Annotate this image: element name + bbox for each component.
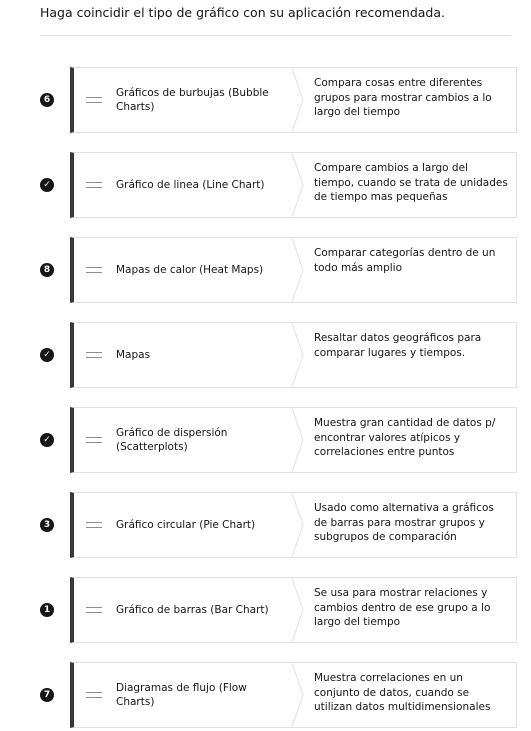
match-row: ✓ Mapas Resaltar datos geográficos para … [40, 322, 517, 388]
check-badge-icon: ✓ [40, 433, 54, 447]
description-text: Comparar categorías dentro de un todo má… [314, 247, 496, 274]
drag-handle-icon[interactable] [86, 352, 102, 358]
question-prompt: Haga coincidir el tipo de gráfico con su… [40, 5, 445, 20]
position-badge: 6 [40, 93, 54, 107]
chart-type-label: Mapas [116, 349, 151, 361]
drag-handle-icon[interactable] [86, 267, 102, 273]
match-row: 3 Gráfico circular (Pie Chart) Usado com… [40, 492, 517, 558]
draggable-card[interactable]: Gráfico circular (Pie Chart) Usado como … [70, 492, 517, 558]
position-badge: 3 [40, 518, 54, 532]
drag-handle-icon[interactable] [86, 97, 102, 103]
position-badge: 1 [40, 603, 54, 617]
description-text: Compare cambios a largo del tiempo, cuan… [314, 162, 508, 203]
draggable-card[interactable]: Gráficos de burbujas (Bubble Charts) Com… [70, 67, 517, 133]
chevron-divider-icon [292, 408, 304, 472]
description-text: Resaltar datos geográficos para comparar… [314, 332, 482, 359]
check-badge-icon: ✓ [40, 348, 54, 362]
chevron-divider-icon [292, 493, 304, 557]
chart-type-label: Mapas de calor (Heat Maps) [116, 264, 264, 276]
match-row: 1 Gráfico de barras (Bar Chart) Se usa p… [40, 577, 517, 643]
chart-type-label: Gráfico de barras (Bar Chart) [116, 604, 269, 616]
drag-handle-icon[interactable] [86, 522, 102, 528]
drag-handle-icon[interactable] [86, 437, 102, 443]
chart-type-label: Diagramas de flujo (Flow Charts) [116, 682, 247, 708]
description-text: Muestra gran cantidad de datos p/ encont… [314, 417, 496, 458]
chevron-divider-icon [292, 323, 304, 387]
draggable-card[interactable]: Gráfico de barras (Bar Chart) Se usa par… [70, 577, 517, 643]
chart-type-label: Gráficos de burbujas (Bubble Charts) [116, 87, 269, 113]
divider [40, 35, 511, 36]
draggable-card[interactable]: Diagramas de flujo (Flow Charts) Muestra… [70, 662, 517, 728]
match-row: ✓ Gráfico de dispersión (Scatterplots) M… [40, 407, 517, 473]
description-text: Compara cosas entre diferentes grupos pa… [314, 77, 492, 118]
chevron-divider-icon [292, 238, 304, 302]
match-row: 8 Mapas de calor (Heat Maps) Comparar ca… [40, 237, 517, 303]
chevron-divider-icon [292, 68, 304, 132]
draggable-card[interactable]: Gráfico de linea (Line Chart) Compare ca… [70, 152, 517, 218]
chart-type-label: Gráfico circular (Pie Chart) [116, 519, 256, 531]
drag-handle-icon[interactable] [86, 607, 102, 613]
check-badge-icon: ✓ [40, 178, 54, 192]
match-row: 7 Diagramas de flujo (Flow Charts) Muest… [40, 662, 517, 728]
drag-handle-icon[interactable] [86, 182, 102, 188]
match-row: ✓ Gráfico de linea (Line Chart) Compare … [40, 152, 517, 218]
position-badge: 7 [40, 688, 54, 702]
chevron-divider-icon [292, 153, 304, 217]
chevron-divider-icon [292, 578, 304, 642]
chart-type-label: Gráfico de linea (Line Chart) [116, 179, 265, 191]
draggable-card[interactable]: Mapas Resaltar datos geográficos para co… [70, 322, 517, 388]
match-row: 6 Gráficos de burbujas (Bubble Charts) C… [40, 67, 517, 133]
draggable-card[interactable]: Gráfico de dispersión (Scatterplots) Mue… [70, 407, 517, 473]
description-text: Muestra correlaciones en un conjunto de … [314, 672, 491, 713]
draggable-card[interactable]: Mapas de calor (Heat Maps) Comparar cate… [70, 237, 517, 303]
chevron-divider-icon [292, 663, 304, 727]
drag-handle-icon[interactable] [86, 692, 102, 698]
chart-type-label: Gráfico de dispersión (Scatterplots) [116, 427, 228, 453]
description-text: Se usa para mostrar relaciones y cambios… [314, 587, 491, 628]
position-badge: 8 [40, 263, 54, 277]
description-text: Usado como alternativa a gráficos de bar… [314, 502, 494, 543]
